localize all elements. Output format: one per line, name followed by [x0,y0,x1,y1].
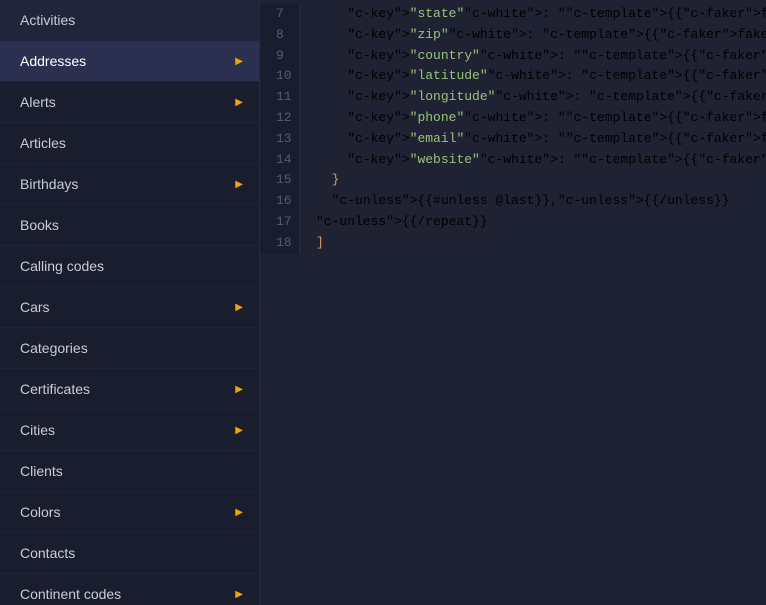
line-number: 17 [270,212,289,233]
line-number: 10 [270,66,289,87]
sidebar-item-cities[interactable]: Cities ▶ [0,410,259,451]
sidebar-item-categories[interactable]: Categories [0,328,259,369]
sidebar-item-label: Articles [20,135,66,151]
code-line: "c-key">"country""c-white">: ""c-templat… [316,46,766,67]
chevron-right-icon: ▶ [235,97,243,108]
sidebar-item-continent-codes[interactable]: Continent codes ▶ [0,574,259,605]
sidebar-item-label: Cities [20,422,55,438]
chevron-right-icon: ▶ [235,589,243,600]
code-line: "c-key">"zip""c-white">: "c-template">{{… [316,25,766,46]
sidebar-item-label: Birthdays [20,176,78,192]
sidebar-item-label: Colors [20,504,60,520]
line-number: 18 [270,233,289,254]
code-editor: 789101112131415161718 "c-key">"state""c-… [260,0,766,605]
sidebar-item-books[interactable]: Books [0,205,259,246]
line-number: 15 [270,170,289,191]
code-line: "c-key">"phone""c-white">: ""c-template"… [316,108,766,129]
sidebar-item-clients[interactable]: Clients [0,451,259,492]
chevron-right-icon: ▶ [235,179,243,190]
sidebar-item-label: Continent codes [20,586,121,602]
code-content: "c-key">"state""c-white">: ""c-template"… [300,4,766,254]
sidebar-item-label: Addresses [20,53,86,69]
sidebar-item-activities[interactable]: Activities [0,0,259,41]
chevron-right-icon: ▶ [235,425,243,436]
line-number: 8 [270,25,289,46]
code-line: "c-key">"state""c-white">: ""c-template"… [316,4,766,25]
line-number: 12 [270,108,289,129]
sidebar-item-contacts[interactable]: Contacts [0,533,259,574]
sidebar-item-label: Contacts [20,545,75,561]
sidebar-item-label: Books [20,217,59,233]
line-number: 9 [270,46,289,67]
sidebar-item-label: Certificates [20,381,90,397]
chevron-right-icon: ▶ [235,384,243,395]
code-line: ] [316,233,766,254]
line-number: 13 [270,129,289,150]
sidebar-item-label: Cars [20,299,50,315]
code-line: "c-key">"longitude""c-white">: "c-templa… [316,87,766,108]
line-number: 7 [270,4,289,25]
code-line: "c-unless">{{/repeat}} [316,212,766,233]
line-number: 14 [270,150,289,171]
sidebar: Activities Addresses ▶ Alerts ▶ Articles Birth… [0,0,260,605]
sidebar-item-cars[interactable]: Cars ▶ [0,287,259,328]
sidebar-item-label: Clients [20,463,63,479]
code-line: "c-key">"website""c-white">: ""c-templat… [316,150,766,171]
code-line: "c-key">"latitude""c-white">: "c-templat… [316,66,766,87]
sidebar-item-alerts[interactable]: Alerts ▶ [0,82,259,123]
chevron-right-icon: ▶ [235,56,243,67]
sidebar-item-label: Activities [20,12,75,28]
chevron-right-icon: ▶ [235,507,243,518]
sidebar-item-certificates[interactable]: Certificates ▶ [0,369,259,410]
sidebar-item-calling-codes[interactable]: Calling codes [0,246,259,287]
code-line: "c-unless">{{#unless @last}},"c-unless">… [316,191,766,212]
line-number: 16 [270,191,289,212]
chevron-right-icon: ▶ [235,302,243,313]
sidebar-item-label: Categories [20,340,88,356]
line-numbers: 789101112131415161718 [260,4,300,254]
sidebar-item-addresses[interactable]: Addresses ▶ [0,41,259,82]
sidebar-item-label: Alerts [20,94,56,110]
code-line: "c-key">"email""c-white">: ""c-template"… [316,129,766,150]
sidebar-item-articles[interactable]: Articles [0,123,259,164]
line-number: 11 [270,87,289,108]
sidebar-item-label: Calling codes [20,258,104,274]
code-line: } [316,170,766,191]
sidebar-item-colors[interactable]: Colors ▶ [0,492,259,533]
sidebar-item-birthdays[interactable]: Birthdays ▶ [0,164,259,205]
